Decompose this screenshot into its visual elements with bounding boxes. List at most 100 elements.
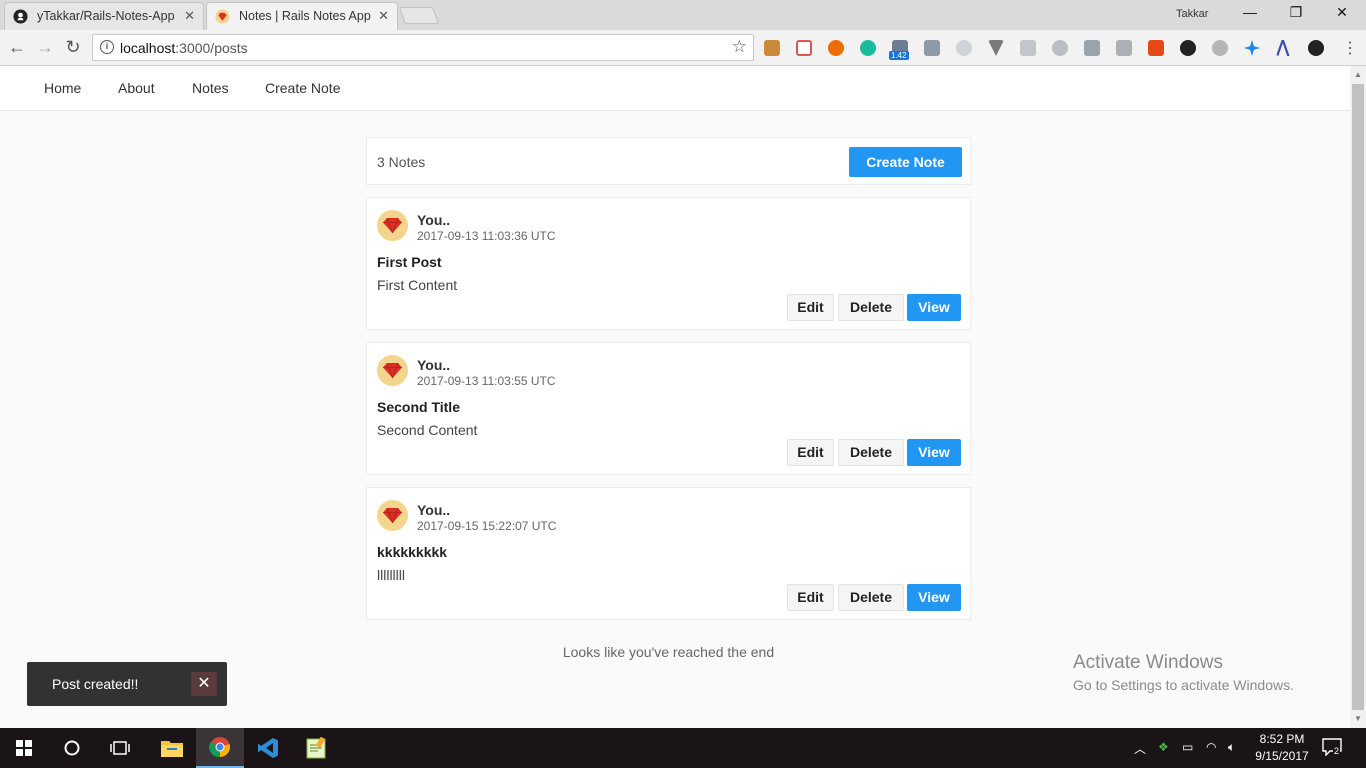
note-title: kkkkkkkkk — [377, 544, 448, 560]
extension-icon[interactable] — [828, 40, 844, 56]
info-icon[interactable]: i — [100, 40, 114, 54]
taskbar-chrome[interactable] — [196, 728, 244, 768]
taskbar-file-explorer[interactable] — [148, 728, 196, 768]
extension-icon[interactable] — [924, 40, 940, 56]
view-button[interactable]: View — [907, 294, 961, 321]
github-icon[interactable] — [1180, 40, 1196, 56]
nav-link-notes[interactable]: Notes — [192, 80, 229, 96]
delete-button[interactable]: Delete — [838, 439, 904, 466]
extension-icon[interactable] — [1276, 40, 1290, 56]
reload-icon[interactable]: ↻ — [62, 36, 84, 58]
tray-chevron-icon[interactable]: ︿ — [1134, 740, 1146, 757]
vue-devtools-icon[interactable] — [988, 40, 1004, 56]
ruby-gem-icon — [383, 363, 402, 378]
extension-icon[interactable] — [1212, 40, 1228, 56]
activate-windows-watermark: Activate Windows Go to Settings to activ… — [1073, 652, 1294, 693]
browser-tab-notes[interactable]: Notes | Rails Notes App ✕ — [206, 2, 398, 30]
browser-tab-github[interactable]: yTakkar/Rails-Notes-App ✕ — [4, 2, 204, 30]
watermark-subtitle: Go to Settings to activate Windows. — [1073, 677, 1294, 693]
note-author: You.. — [417, 502, 451, 518]
note-card: You.. 2017-09-15 15:22:07 UTC kkkkkkkkk … — [366, 487, 971, 620]
action-center-button[interactable]: 2 — [1322, 738, 1344, 758]
forward-arrow-icon[interactable]: → — [34, 36, 56, 58]
close-icon[interactable]: ✕ — [191, 672, 217, 696]
profile-name[interactable]: Takkar — [1176, 8, 1208, 20]
extension-icon[interactable] — [1116, 40, 1132, 56]
scroll-down-arrow-icon[interactable]: ▼ — [1354, 714, 1362, 723]
tab-title: Notes | Rails Notes App — [239, 9, 371, 23]
notes-count: 3 Notes — [377, 154, 426, 170]
json-icon[interactable] — [1020, 40, 1036, 56]
avatar — [377, 210, 408, 241]
wifi-icon[interactable]: ◠ — [1206, 740, 1216, 754]
bookmark-star-icon[interactable]: ☆ — [732, 37, 747, 57]
view-button[interactable]: View — [907, 439, 961, 466]
taskbar-clock[interactable]: 8:52 PM 9/15/2017 — [1250, 731, 1314, 765]
close-icon[interactable]: ✕ — [378, 8, 389, 24]
note-title: Second Title — [377, 399, 460, 415]
note-content: lllllllll — [377, 567, 405, 583]
new-tab-button[interactable] — [398, 7, 440, 24]
cortana-button[interactable] — [48, 728, 96, 768]
volume-icon[interactable]: 🔈︎ — [1228, 740, 1235, 755]
chrome-icon — [209, 737, 230, 758]
avatar — [377, 500, 408, 531]
scrollbar[interactable]: ▲ ▼ — [1350, 66, 1366, 728]
github-icon[interactable] — [1308, 40, 1324, 56]
note-content: Second Content — [377, 422, 478, 438]
extension-icon[interactable] — [1084, 40, 1100, 56]
avatar — [377, 355, 408, 386]
menu-icon[interactable]: ⋮ — [1342, 38, 1358, 58]
notes-summary-card: 3 Notes Create Note — [366, 137, 971, 185]
nav-link-about[interactable]: About — [118, 80, 155, 96]
nav-link-home[interactable]: Home — [44, 80, 81, 96]
edit-button[interactable]: Edit — [787, 294, 834, 321]
vscode-icon — [258, 738, 278, 758]
folder-icon — [161, 741, 183, 757]
note-title: First Post — [377, 254, 442, 270]
clock-time: 8:52 PM — [1259, 732, 1305, 746]
delete-button[interactable]: Delete — [838, 584, 904, 611]
delete-button[interactable]: Delete — [838, 294, 904, 321]
end-of-list-message: Looks like you've reached the end — [562, 644, 775, 660]
dropbox-icon[interactable]: ❖ — [1158, 740, 1169, 754]
extension-icon[interactable] — [860, 40, 876, 56]
address-bar[interactable]: i localhost:3000/posts ☆ — [92, 34, 754, 61]
cortana-circle-icon — [64, 740, 80, 756]
taskbar-notepad[interactable] — [292, 728, 340, 768]
ruby-gem-icon — [383, 508, 402, 523]
scroll-up-arrow-icon[interactable]: ▲ — [1354, 70, 1362, 79]
ruby-gem-icon — [383, 218, 402, 233]
note-content: First Content — [377, 277, 458, 293]
create-note-button[interactable]: Create Note — [849, 147, 962, 177]
url-text[interactable]: localhost:3000/posts — [120, 40, 248, 56]
top-navigation: Home About Notes Create Note — [0, 66, 1350, 111]
minimize-icon[interactable]: — — [1238, 4, 1262, 24]
search-icon[interactable] — [1052, 40, 1068, 56]
taskbar-vscode[interactable] — [244, 728, 292, 768]
start-button[interactable] — [0, 728, 48, 768]
ruby-gem-icon — [215, 9, 230, 24]
note-author: You.. — [417, 212, 451, 228]
scrollbar-thumb[interactable] — [1352, 84, 1364, 710]
back-arrow-icon[interactable]: ← — [6, 36, 28, 58]
star-extension-icon[interactable] — [1244, 40, 1260, 56]
extension-icon[interactable] — [764, 40, 780, 56]
nav-link-create-note[interactable]: Create Note — [265, 80, 340, 96]
edit-button[interactable]: Edit — [787, 439, 834, 466]
task-view-button[interactable] — [96, 728, 144, 768]
close-window-icon[interactable]: ✕ — [1330, 4, 1354, 24]
extension-badge: 1.42 — [889, 51, 909, 60]
tab-title: yTakkar/Rails-Notes-App — [37, 9, 175, 23]
browser-toolbar: ← → ↻ i localhost:3000/posts ☆ 1.42 ⋮ — [0, 30, 1366, 66]
extension-icon[interactable] — [796, 40, 812, 56]
note-date: 2017-09-13 11:03:55 UTC — [417, 374, 556, 388]
note-card: You.. 2017-09-13 11:03:36 UTC First Post… — [366, 197, 971, 330]
extension-icon[interactable] — [956, 40, 972, 56]
battery-icon[interactable]: ▭ — [1182, 740, 1193, 754]
close-icon[interactable]: ✕ — [184, 8, 195, 24]
edit-button[interactable]: Edit — [787, 584, 834, 611]
extension-icon[interactable] — [1148, 40, 1164, 56]
restore-icon[interactable]: ❐ — [1284, 4, 1308, 24]
view-button[interactable]: View — [907, 584, 961, 611]
